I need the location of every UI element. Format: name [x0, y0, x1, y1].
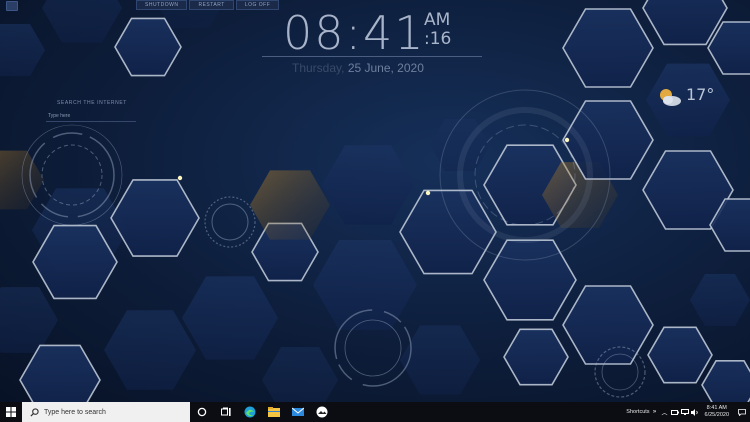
logoff-button[interactable]: LOG OFF: [235, 0, 280, 10]
shortcuts-chevron-icon[interactable]: »: [650, 402, 660, 422]
hexagon-tile: [562, 8, 654, 88]
hexagon-tile: [42, 0, 122, 43]
notifications-icon[interactable]: [734, 402, 750, 422]
partly-cloudy-icon: [660, 89, 681, 106]
cortana-button[interactable]: [190, 402, 214, 422]
file-explorer-button[interactable]: [262, 402, 286, 422]
menu-icon[interactable]: [6, 1, 18, 11]
shutdown-button[interactable]: SHUTDOWN: [136, 0, 188, 10]
desktop: SHUTDOWN RESTART LOG OFF 08:41 AM :16 Th…: [0, 0, 750, 402]
hexagon-tile: [400, 325, 480, 395]
mail-button[interactable]: [286, 402, 310, 422]
restart-button[interactable]: RESTART: [189, 0, 234, 10]
taskbar-search-placeholder: Type here to search: [44, 408, 106, 416]
clock-seconds: :16: [424, 29, 452, 49]
hexagon-tile: [0, 24, 45, 76]
hud-ring: [211, 203, 249, 241]
start-button[interactable]: [0, 402, 22, 422]
hexagon-tile: [262, 347, 338, 402]
hexagon-tile: [562, 285, 654, 365]
hexagon-tile: [110, 179, 200, 257]
taskbar-time: 8:41 AM: [706, 405, 727, 411]
photos-button[interactable]: [310, 402, 334, 422]
task-view-button[interactable]: [214, 402, 238, 422]
internet-search-input[interactable]: [46, 110, 136, 122]
mail-icon: [292, 407, 304, 416]
taskbar-date: 6/25/2020: [704, 412, 729, 418]
hexagon-tile: [0, 287, 58, 353]
windows-icon: [6, 407, 16, 417]
hexagon-tile: [104, 310, 196, 390]
hexagon-tile: [647, 326, 713, 384]
power-buttons: SHUTDOWN RESTART LOG OFF: [136, 0, 280, 10]
clock-date: Thursday, 25 June, 2020: [292, 61, 424, 75]
weather-temperature: 17°: [686, 85, 715, 104]
taskbar-clock[interactable]: 8:41 AM 6/25/2020: [700, 405, 734, 419]
system-tray: Shortcuts » ︿ 8:41 AM 6/25/2020: [626, 402, 750, 422]
hexagon-tile: [322, 145, 414, 225]
clock-time: 08:41: [283, 6, 426, 60]
glow-spark: [177, 175, 183, 181]
file-explorer-icon: [268, 407, 280, 417]
clock-date-text: 25 June, 2020: [347, 61, 424, 75]
show-hidden-icons-chevron-icon[interactable]: ︿: [660, 402, 670, 422]
hexagon-tile: [399, 189, 497, 275]
clock-divider: [262, 56, 482, 57]
hexagon-tile: [182, 276, 278, 360]
edge-icon: [244, 406, 256, 418]
task-view-icon: [220, 407, 231, 416]
photos-icon: [316, 406, 328, 418]
network-icon[interactable]: [680, 402, 690, 422]
glow-spark: [425, 190, 431, 196]
cortana-icon: [197, 407, 207, 417]
battery-icon[interactable]: [670, 402, 680, 422]
clock-day: Thursday,: [292, 61, 345, 75]
hexagon-tile: [503, 328, 569, 386]
hexagon-tile: [690, 274, 750, 326]
volume-icon[interactable]: [690, 402, 700, 422]
hexagon-tile: [313, 240, 417, 330]
clock-ampm: AM: [424, 10, 451, 30]
edge-button[interactable]: [238, 402, 262, 422]
hexagon-tile: [483, 239, 577, 321]
hexagon-tile: [250, 170, 330, 240]
hexagon-tile: [19, 344, 101, 402]
taskbar: Type here to search Shortcuts » ︿ 8:41 A…: [0, 402, 750, 422]
hexagon-tile: [701, 359, 750, 402]
search-widget-title: SEARCH THE INTERNET: [57, 100, 127, 106]
glow-spark: [564, 137, 570, 143]
search-icon: [30, 407, 39, 417]
taskbar-search-box[interactable]: Type here to search: [22, 402, 190, 422]
shortcuts-toolbar[interactable]: Shortcuts: [626, 409, 649, 415]
